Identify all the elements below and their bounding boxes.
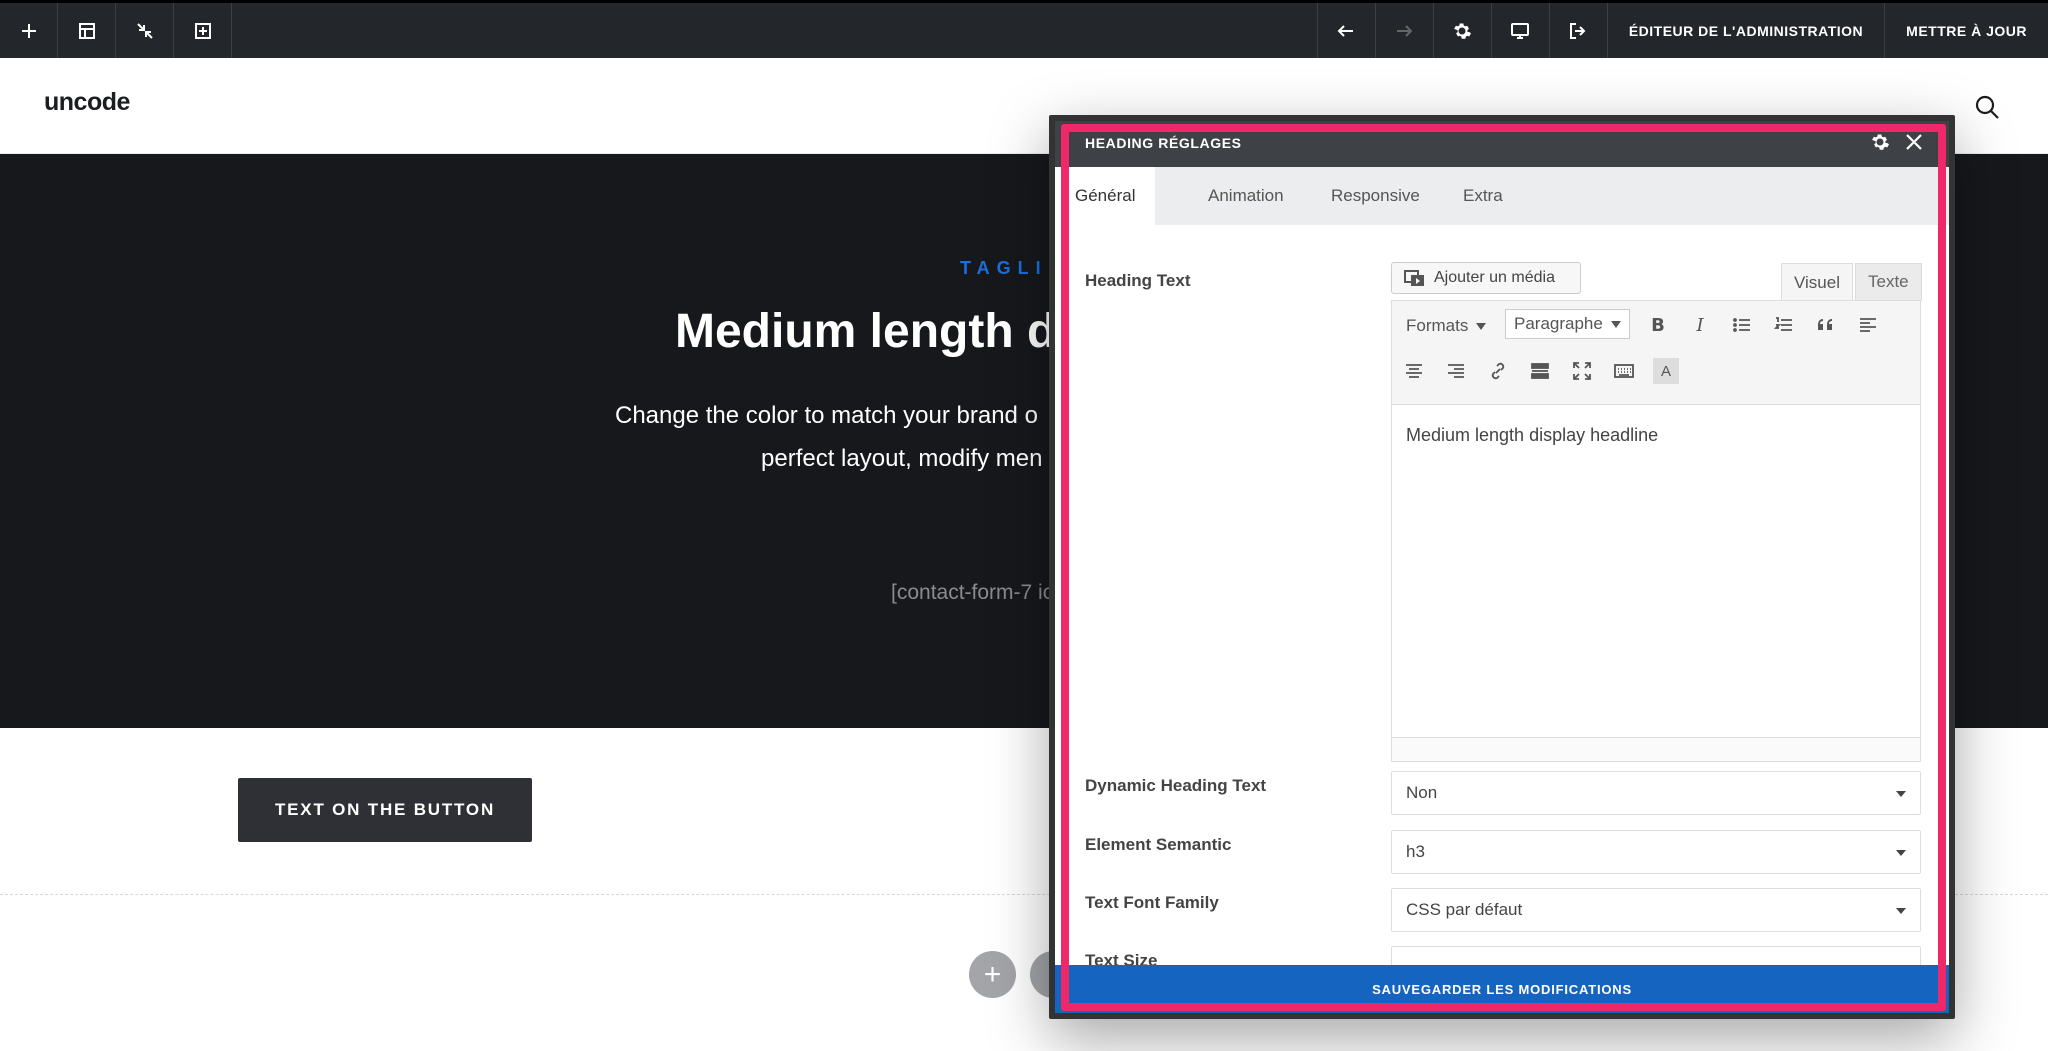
collapse-arrows-icon — [136, 22, 153, 39]
tab-text-editor[interactable]: Texte — [1855, 263, 1922, 301]
formats-dropdown[interactable]: Formats — [1398, 311, 1494, 341]
add-box-icon — [194, 22, 211, 39]
bullet-list-icon[interactable] — [1730, 313, 1754, 337]
redo-button[interactable] — [1374, 3, 1433, 58]
add-media-label: Ajouter un média — [1434, 269, 1555, 286]
chevron-down-icon — [1896, 791, 1906, 797]
chevron-down-icon — [1476, 322, 1487, 330]
text-size-select[interactable] — [1391, 946, 1921, 965]
section-divider — [0, 894, 1060, 895]
undo-button[interactable] — [1316, 3, 1375, 58]
paragraph-label: Paragraphe — [1514, 314, 1603, 333]
editor-status-bar — [1392, 737, 1920, 761]
element-semantic-label: Element Semantic — [1085, 835, 1232, 854]
read-more-icon[interactable] — [1528, 359, 1552, 383]
text-size-label: Text Size — [1085, 951, 1158, 965]
add-media-button[interactable]: Ajouter un média — [1391, 262, 1581, 294]
layout-icon — [78, 22, 95, 39]
hero-tagline[interactable]: TAGLI — [960, 258, 1048, 279]
tab-visual-editor[interactable]: Visuel — [1781, 263, 1853, 301]
update-button[interactable]: METTRE À JOUR — [1884, 3, 2048, 58]
heading-settings-modal: HEADING RÉGLAGES Général Animation Respo… — [1055, 121, 1949, 1013]
close-icon[interactable] — [1903, 131, 1925, 153]
tab-general[interactable]: Général — [1055, 167, 1156, 225]
hero-text-line: perfect layout, modify men — [761, 445, 1043, 472]
dynamic-heading-value: Non — [1406, 783, 1438, 802]
chevron-down-icon — [1896, 908, 1906, 914]
arrow-left-icon — [1337, 24, 1354, 37]
link-icon[interactable] — [1486, 359, 1510, 383]
tab-animation[interactable]: Animation — [1188, 167, 1304, 225]
plus-icon: + — [983, 957, 1002, 991]
plus-icon — [21, 23, 36, 38]
arrow-right-icon — [1397, 24, 1413, 37]
text-color-icon[interactable]: A — [1653, 358, 1679, 384]
search-icon[interactable] — [1974, 94, 2000, 120]
chevron-down-icon — [1896, 850, 1906, 856]
font-family-label: Text Font Family — [1085, 893, 1219, 912]
formats-label: Formats — [1406, 316, 1469, 335]
element-semantic-select[interactable]: h3 — [1391, 830, 1921, 874]
templates-button[interactable] — [58, 3, 116, 58]
settings-button[interactable] — [1432, 3, 1491, 58]
align-right-icon[interactable] — [1444, 359, 1468, 383]
dynamic-heading-label: Dynamic Heading Text — [1085, 776, 1267, 795]
heading-text-label: Heading Text — [1085, 271, 1191, 290]
modal-body: Heading Text Ajouter un média Visuel Tex… — [1055, 225, 1949, 965]
responsive-preview-button[interactable] — [1490, 3, 1549, 58]
cta-button[interactable]: TEXT ON THE BUTTON — [238, 778, 532, 842]
hero-title[interactable]: Medium length di — [675, 304, 1070, 359]
add-element-button[interactable] — [0, 3, 58, 58]
modal-tabs: Général Animation Responsive Extra — [1055, 167, 1949, 225]
hero-text[interactable]: Change the color to match your brand o p… — [615, 394, 1055, 480]
site-logo[interactable]: uncode — [44, 88, 130, 117]
save-changes-button[interactable]: SAUVEGARDER LES MODIFICATIONS — [1055, 965, 1949, 1013]
font-family-select[interactable]: CSS par défaut — [1391, 888, 1921, 932]
editor-content[interactable]: Medium length display headline — [1406, 425, 1658, 446]
media-icon — [1404, 270, 1424, 286]
paragraph-dropdown[interactable]: Paragraphe — [1505, 309, 1630, 339]
editor-toolbar: Formats Paragraphe B I A — [1392, 301, 1920, 405]
gear-icon — [1454, 23, 1472, 39]
dynamic-heading-select[interactable]: Non — [1391, 771, 1921, 815]
align-center-icon[interactable] — [1402, 359, 1426, 383]
modal-header[interactable]: HEADING RÉGLAGES — [1055, 121, 1949, 167]
modal-title: HEADING RÉGLAGES — [1085, 135, 1242, 151]
numbered-list-icon[interactable] — [1772, 313, 1796, 337]
wysiwyg-editor[interactable]: Formats Paragraphe B I A Medium length d… — [1391, 300, 1921, 762]
gear-icon[interactable] — [1870, 132, 1890, 152]
blockquote-icon[interactable] — [1814, 313, 1838, 337]
add-row-button[interactable]: + — [969, 951, 1016, 998]
font-family-value: CSS par défaut — [1406, 900, 1523, 919]
contact-form-shortcode[interactable]: [contact-form-7 ic — [891, 581, 1053, 605]
admin-editor-button[interactable]: ÉDITEUR DE L'ADMINISTRATION — [1606, 3, 1884, 58]
fullscreen-icon[interactable] — [1570, 359, 1594, 383]
align-left-icon[interactable] — [1856, 313, 1880, 337]
bold-icon[interactable]: B — [1646, 313, 1670, 337]
add-section-button[interactable] — [174, 3, 232, 58]
monitor-icon — [1511, 22, 1530, 39]
hero-text-line: Change the color to match your brand o — [615, 402, 1038, 429]
chevron-down-icon — [1610, 320, 1621, 328]
admin-toolbar: ÉDITEUR DE L'ADMINISTRATION METTRE À JOU… — [0, 0, 2048, 58]
exit-button[interactable] — [1548, 3, 1607, 58]
element-semantic-value: h3 — [1406, 842, 1425, 861]
italic-icon[interactable]: I — [1688, 313, 1712, 337]
keyboard-icon[interactable] — [1612, 359, 1636, 383]
collapse-button[interactable] — [116, 3, 174, 58]
section-divider — [1950, 894, 2048, 895]
exit-icon — [1570, 22, 1586, 39]
tab-responsive[interactable]: Responsive — [1311, 167, 1440, 225]
tab-extra[interactable]: Extra — [1443, 167, 1523, 225]
